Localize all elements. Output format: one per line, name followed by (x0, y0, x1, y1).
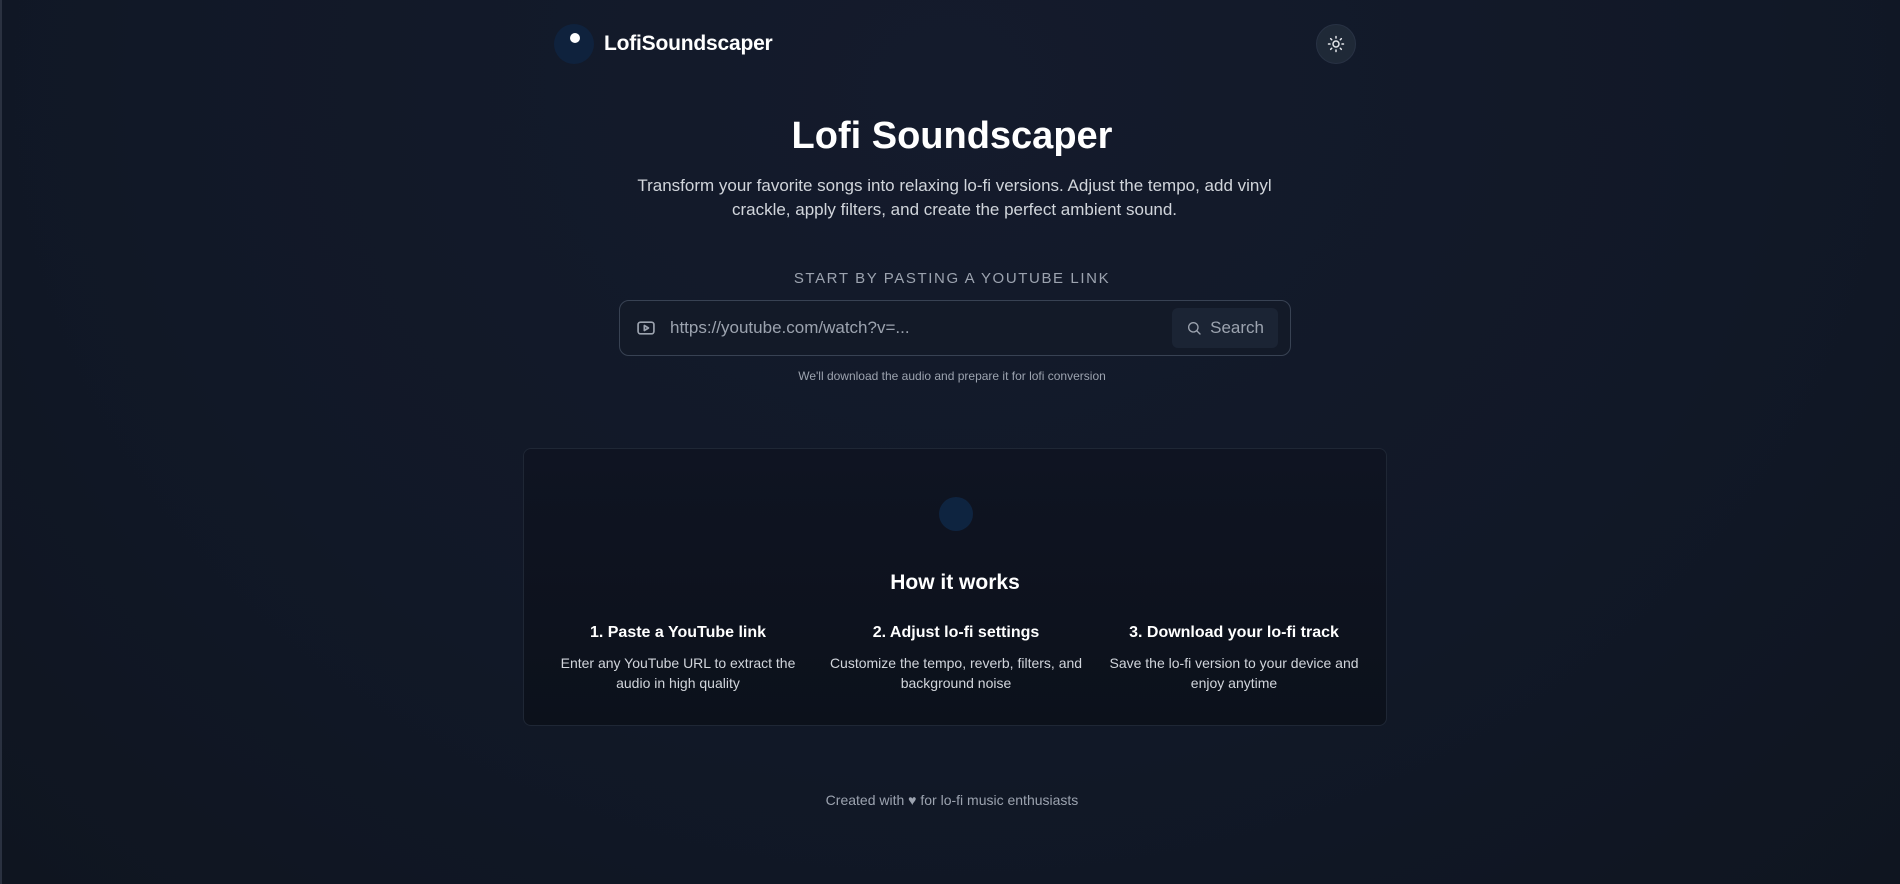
step-item: 1. Paste a YouTube link Enter any YouTub… (548, 624, 808, 693)
step-title: 3. Download your lo-fi track (1129, 624, 1339, 641)
search-icon (1188, 322, 1201, 335)
how-it-works-card: How it works 1. Paste a YouTube link Ent… (523, 448, 1387, 726)
youtube-search-box: Search (619, 300, 1291, 356)
how-it-works-title: How it works (890, 571, 1020, 594)
steps-list: 1. Paste a YouTube link Enter any YouTub… (548, 624, 1364, 693)
youtube-url-input[interactable] (670, 308, 1173, 348)
search-button-label: Search (1210, 318, 1264, 337)
app-frame: LofiSoundscaper Lofi Soundscaper Transfo… (0, 0, 1900, 884)
brand[interactable]: LofiSoundscaper (554, 24, 773, 64)
step-description: Customize the tempo, reverb, filters, an… (829, 655, 1083, 691)
page-title: Lofi Soundscaper (791, 115, 1113, 157)
step-item: 2. Adjust lo-fi settings Customize the t… (826, 624, 1086, 693)
footer-text: Created with ♥ for lo-fi music enthusias… (825, 792, 1079, 808)
search-hint: We'll download the audio and prepare it … (798, 369, 1106, 383)
step-description: Enter any YouTube URL to extract the aud… (560, 655, 796, 691)
loading-dot-icon (939, 497, 973, 531)
step-title: 1. Paste a YouTube link (589, 624, 767, 641)
brand-name: LofiSoundscaper (604, 32, 773, 55)
search-label: START BY PASTING A YOUTUBE LINK (793, 270, 1111, 287)
theme-toggle-button[interactable] (1316, 24, 1356, 64)
page-subtitle: Transform your favorite songs into relax… (637, 176, 1272, 219)
step-description: Save the lo-fi version to your device an… (1109, 655, 1359, 691)
youtube-icon (636, 318, 656, 338)
search-button[interactable]: Search (1172, 308, 1278, 348)
step-title: 2. Adjust lo-fi settings (872, 624, 1040, 641)
step-item: 3. Download your lo-fi track Save the lo… (1104, 624, 1364, 693)
logo-dot (570, 33, 580, 43)
sun-icon (1327, 35, 1345, 53)
record-dot-icon (554, 24, 594, 64)
top-header: LofiSoundscaper (554, 24, 1356, 64)
